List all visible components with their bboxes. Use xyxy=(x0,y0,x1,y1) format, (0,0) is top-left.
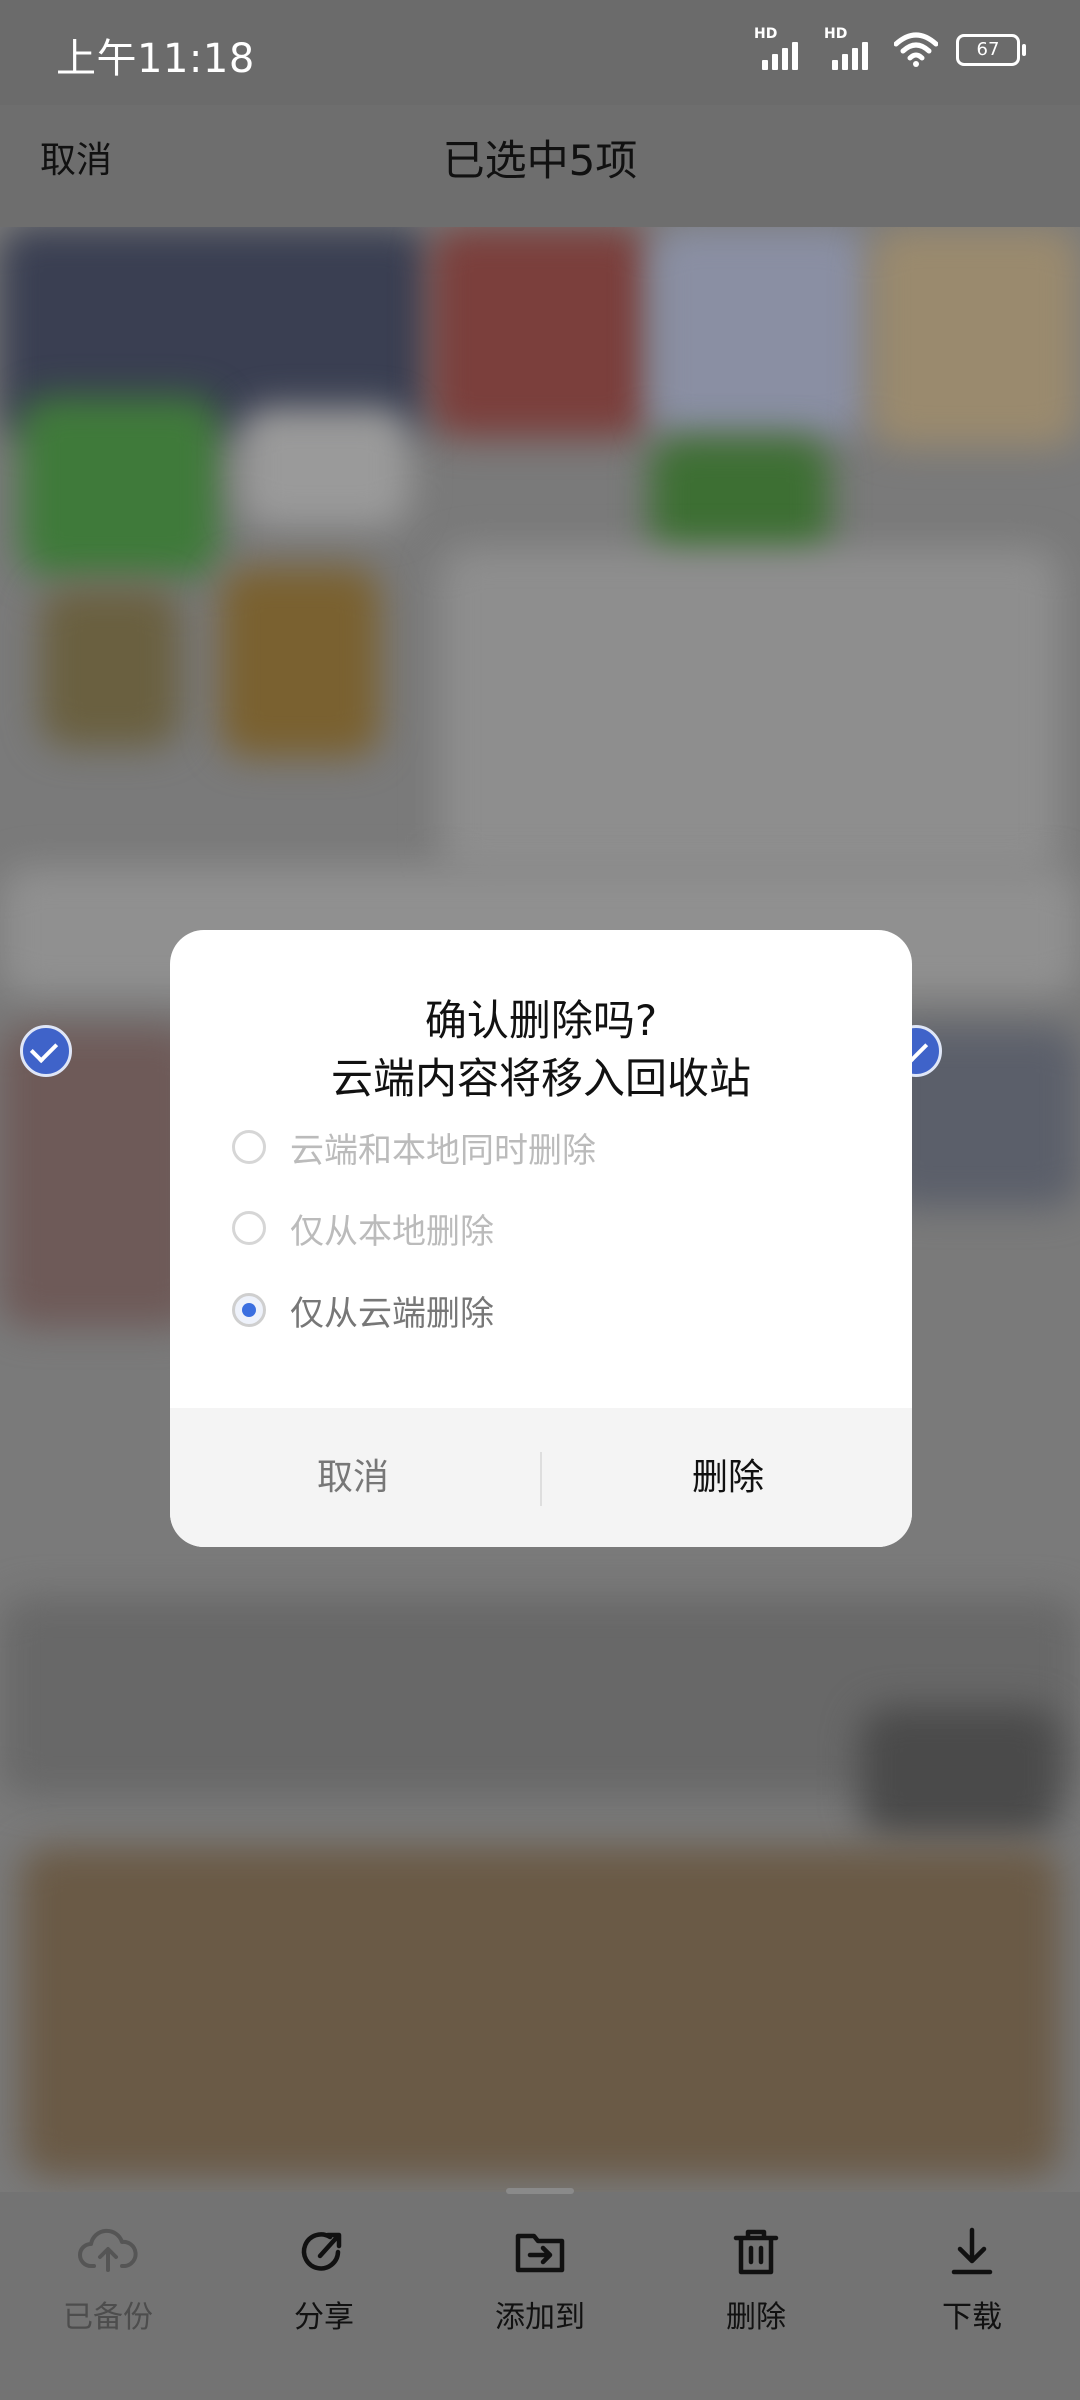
wifi-icon xyxy=(894,32,938,67)
trash-icon xyxy=(733,2229,779,2275)
dialog-footer: 取消 删除 xyxy=(170,1408,912,1547)
page-title: 已选中5项 xyxy=(442,136,638,185)
radio-selected-icon[interactable] xyxy=(232,1293,266,1327)
status-bar: 上午11:18 HD HD 67 xyxy=(0,0,1080,105)
share-icon xyxy=(301,2232,342,2271)
share-label: 分享 xyxy=(294,2300,354,2335)
radio-icon[interactable] xyxy=(232,1130,266,1164)
dialog-title-line1: 确认删除吗? xyxy=(424,996,658,1045)
cloud-upload-icon xyxy=(78,2228,138,2272)
signal-icon-2: HD xyxy=(824,26,876,70)
bottom-action-bar: 已备份 分享 添加到 删除 下载 xyxy=(0,2188,1080,2400)
status-icons: HD HD 67 xyxy=(754,26,1026,70)
option-delete-both[interactable]: 云端和本地同时删除 xyxy=(232,1117,596,1177)
download-label: 下载 xyxy=(942,2300,1002,2335)
drag-handle xyxy=(506,2188,574,2194)
download-icon xyxy=(951,2227,993,2275)
radio-icon[interactable] xyxy=(232,1211,266,1245)
add-to-button[interactable]: 添加到 xyxy=(470,2222,610,2336)
add-to-folder-icon xyxy=(515,2233,565,2273)
option-label: 仅从云端删除 xyxy=(290,1293,494,1334)
option-label: 仅从本地删除 xyxy=(290,1211,494,1252)
delete-label: 删除 xyxy=(726,2300,786,2335)
download-button[interactable]: 下载 xyxy=(902,2222,1042,2336)
option-label: 云端和本地同时删除 xyxy=(290,1130,596,1171)
divider xyxy=(540,1452,542,1506)
dialog-title: 确认删除吗? 云端内容将移入回收站 xyxy=(170,992,912,1108)
add-to-label: 添加到 xyxy=(495,2300,585,2335)
selection-check-icon[interactable] xyxy=(20,1025,72,1077)
backed-up-button[interactable]: 已备份 xyxy=(38,2222,178,2336)
dialog-title-line2: 云端内容将移入回收站 xyxy=(330,1054,751,1103)
signal-icon: HD xyxy=(754,26,806,70)
dialog-cancel-button[interactable]: 取消 xyxy=(170,1408,536,1547)
share-button[interactable]: 分享 xyxy=(254,2222,394,2336)
option-delete-cloud[interactable]: 仅从云端删除 xyxy=(232,1280,494,1340)
battery-icon: 67 xyxy=(956,34,1026,66)
dialog-delete-button[interactable]: 删除 xyxy=(544,1408,912,1547)
option-delete-local[interactable]: 仅从本地删除 xyxy=(232,1198,494,1258)
delete-confirm-dialog: 确认删除吗? 云端内容将移入回收站 云端和本地同时删除 仅从本地删除 仅从云端删… xyxy=(170,930,912,1547)
delete-button[interactable]: 删除 xyxy=(686,2222,826,2336)
backed-up-label: 已备份 xyxy=(63,2300,153,2335)
status-time: 上午11:18 xyxy=(56,36,255,82)
selection-header: 取消 已选中5项 xyxy=(0,105,1080,227)
